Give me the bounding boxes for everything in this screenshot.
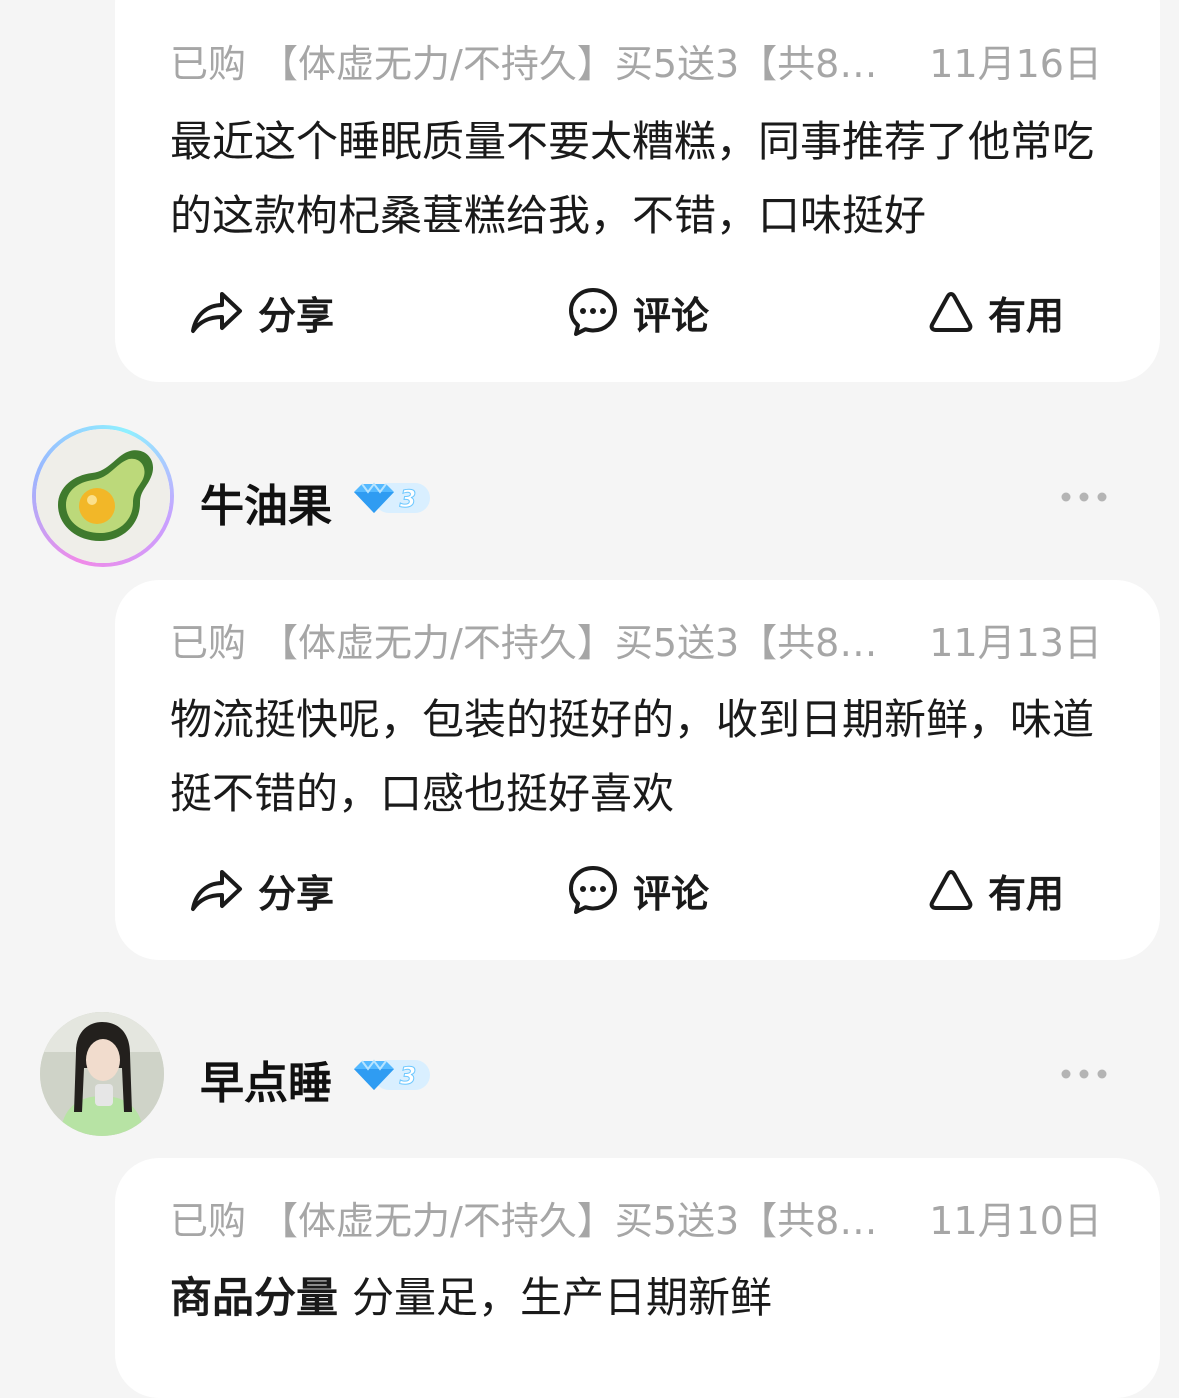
product-variant[interactable]: 【体虚无力/不持久】买5送3【共8盒】 <box>260 1190 889 1245</box>
comment-button[interactable]: 评论 <box>567 282 709 342</box>
comment-bubble-icon <box>569 288 617 336</box>
review-tag-text: 分量足，生产日期新鲜 <box>352 1273 773 1322</box>
share-arrow-icon <box>191 870 242 911</box>
bought-label: 已购 <box>170 1198 247 1243</box>
review-card: 已购 【体虚无力/不持久】买5送3【共8盒】 11月13日 物流挺快呢，包装的挺… <box>115 580 1160 960</box>
avatar-image <box>36 429 170 563</box>
more-dots-icon[interactable] <box>1058 487 1110 507</box>
more-dots-icon[interactable] <box>1058 1064 1110 1084</box>
share-arrow-icon <box>191 292 242 333</box>
share-label: 分享 <box>258 871 335 916</box>
username[interactable]: 牛油果 <box>200 470 332 534</box>
comment-label: 评论 <box>633 293 710 338</box>
username[interactable]: 早点睡 <box>200 1047 332 1111</box>
avatar-image <box>40 1012 164 1136</box>
review-date: 11月10日 <box>929 1198 1102 1243</box>
comment-label: 评论 <box>633 871 710 916</box>
useful-button[interactable]: 有用 <box>928 282 1064 342</box>
review-card: 已购 【体虚无力/不持久】买5送3【共8盒】 11月10日 商品分量 分量足，生产… <box>115 1158 1160 1398</box>
avatar[interactable] <box>32 425 174 567</box>
comment-bubble-icon <box>569 866 617 914</box>
review-tag: 商品分量 <box>170 1273 339 1322</box>
review-meta: 已购 【体虚无力/不持久】买5送3【共8盒】 11月10日 <box>170 1187 1102 1247</box>
review-text[interactable]: 物流挺快呢，包装的挺好的，收到日期新鲜，味道挺不错的，口感也挺好喜欢 <box>170 683 1100 831</box>
thumb-triangle-icon <box>929 292 973 332</box>
useful-button[interactable]: 有用 <box>928 860 1064 920</box>
useful-label: 有用 <box>988 871 1065 916</box>
level-number: 3 <box>400 1062 417 1090</box>
review-meta: 已购 【体虚无力/不持久】买5送3【共8盒】 11月13日 <box>170 609 1102 669</box>
reviewer-header: 牛油果 3 <box>0 425 1179 575</box>
bought-label: 已购 <box>170 41 247 86</box>
thumb-triangle-icon <box>929 870 973 910</box>
product-variant[interactable]: 【体虚无力/不持久】买5送3【共8盒】 <box>260 33 889 88</box>
diamond-level-icon: 3 <box>354 482 430 514</box>
product-variant[interactable]: 【体虚无力/不持久】买5送3【共8盒】 <box>260 612 889 667</box>
share-button[interactable]: 分享 <box>188 282 334 342</box>
review-actions: 分享 评论 有用 <box>115 282 1160 342</box>
share-button[interactable]: 分享 <box>188 860 334 920</box>
bought-label: 已购 <box>170 620 247 665</box>
useful-label: 有用 <box>988 293 1065 338</box>
avatar[interactable] <box>40 1012 164 1136</box>
review-date: 11月13日 <box>929 620 1102 665</box>
diamond-level-icon: 3 <box>354 1059 430 1091</box>
review-card: 已购 【体虚无力/不持久】买5送3【共8盒】 11月16日 最近这个睡眠质量不要… <box>115 0 1160 382</box>
review-actions: 分享 评论 有用 <box>115 860 1160 920</box>
review-meta: 已购 【体虚无力/不持久】买5送3【共8盒】 11月16日 <box>170 30 1102 90</box>
review-date: 11月16日 <box>929 41 1102 86</box>
level-number: 3 <box>400 485 417 513</box>
reviewer-header: 早点睡 3 <box>0 1002 1179 1152</box>
comment-button[interactable]: 评论 <box>567 860 709 920</box>
avocado-icon <box>36 429 170 563</box>
review-text[interactable]: 商品分量 分量足，生产日期新鲜 <box>170 1261 1100 1335</box>
review-text[interactable]: 最近这个睡眠质量不要太糟糕，同事推荐了他常吃的这款枸杞桑葚糕给我，不错，口味挺好 <box>170 105 1100 253</box>
share-label: 分享 <box>258 293 335 338</box>
